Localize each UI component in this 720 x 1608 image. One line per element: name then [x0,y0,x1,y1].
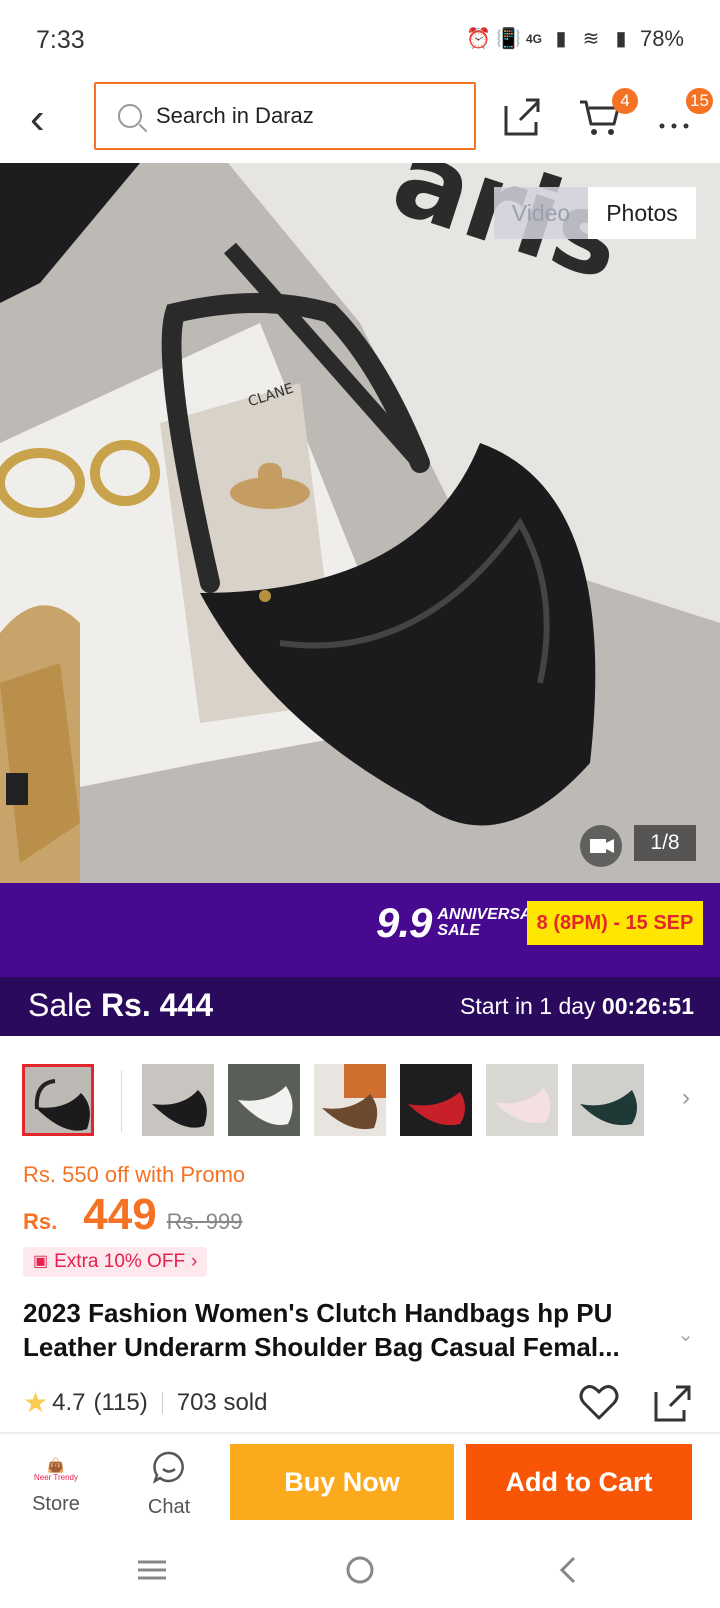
rating-row[interactable]: ★ 4.7 (115) 703 sold [23,1386,267,1419]
chevron-right-icon[interactable]: › [682,1084,690,1112]
search-icon [118,104,142,128]
countdown-unit: day [558,993,596,1019]
media-toggle: Video Photos [494,187,696,239]
store-logo: 👜 Neer Trendy [20,1457,92,1483]
sale-label: Sale [28,987,93,1023]
tab-video[interactable]: Video [494,187,588,239]
chevron-down-icon[interactable]: ⌄ [677,1322,694,1347]
chat-button[interactable]: Chat [136,1450,202,1519]
voucher-icon: ▣ [33,1253,49,1270]
thumbnail-divider [121,1070,122,1132]
rating-divider [161,1391,163,1414]
search-input[interactable]: Search in Daraz [94,82,476,150]
campaign-dates: 8 (8PM) - 15 SEP [527,901,703,945]
back-arrow-icon[interactable]: ‹ [30,96,70,146]
buy-now-button[interactable]: Buy Now [230,1444,454,1520]
product-title: 2023 Fashion Women's Clutch Handbags hp … [23,1298,620,1362]
star-icon: ★ [23,1387,49,1418]
sale-countdown: Start in 1 day 00:26:51 [460,993,694,1020]
countdown-prefix: Start in [459,993,533,1019]
price-currency: Rs. [23,1209,58,1234]
thumbnail-white[interactable] [228,1064,300,1136]
battery-percent: 78% [639,26,684,51]
thumbnail-green[interactable] [572,1064,644,1136]
original-price: Rs. 999 [166,1209,243,1234]
sold-count: 703 sold [176,1388,268,1416]
recents-icon[interactable] [130,1550,174,1590]
price-amount: 449 [83,1190,157,1239]
campaign-number: 9.9 [376,899,432,946]
extra-discount-label: Extra 10% OFF [54,1251,186,1272]
network-type: 4G [525,32,542,46]
sale-price-label: Sale Rs. 444 [28,987,213,1024]
store-button[interactable]: 👜 Neer Trendy Store [20,1457,92,1516]
tab-photos[interactable]: Photos [588,187,696,239]
bag-icon: 👜 [47,1457,65,1473]
store-logo-text: Neer Trendy [33,1473,79,1482]
review-count: (115) [93,1388,148,1416]
countdown-timer: 00:26:51 [601,993,694,1019]
signal-icon: ▮ [555,28,567,50]
share-icon[interactable] [498,92,546,140]
battery-icon: ▮ [615,28,627,50]
thumbnail-black[interactable] [142,1064,214,1136]
share-icon[interactable] [652,1382,694,1424]
vibrate-icon: 📳 [495,28,521,50]
thumbnail-red[interactable] [400,1064,472,1136]
store-label: Store [32,1493,80,1515]
chat-label: Chat [147,1496,191,1518]
status-time: 7:33 [36,26,85,54]
variant-thumbnails: › [0,1064,720,1140]
alarm-icon: ⏰ [465,28,491,50]
thumbnail-brown[interactable] [314,1064,386,1136]
wifi-icon: ≋ [582,28,600,50]
add-to-cart-button[interactable]: Add to Cart [466,1444,692,1520]
system-nav-bar [0,1532,720,1608]
video-play-icon[interactable] [580,825,622,867]
flash-sale-bar: Sale Rs. 444 Start in 1 day 00:26:51 [0,977,720,1036]
bottom-action-bar: 👜 Neer Trendy Store Chat Buy Now Add to … [0,1434,720,1532]
campaign-banner[interactable]: 9.9 ANNIVERSARY SALE 8 (8PM) - 15 SEP [0,883,720,977]
back-icon[interactable] [546,1550,590,1590]
chevron-right-icon: › [191,1251,198,1272]
promo-text: Rs. 550 off with Promo [23,1162,246,1187]
wishlist-heart-icon[interactable] [576,1378,622,1424]
more-count-badge: 15 [686,88,713,114]
home-icon[interactable] [338,1550,382,1590]
image-counter: 1/8 [634,825,696,861]
status-bar: 7:33 ⏰ 📳 4G ▮ ≋ ▮ 78% [0,0,720,80]
sale-price: Rs. 444 [100,987,214,1023]
price-row: Rs. 449 Rs. 999 [23,1190,243,1240]
rating-value: 4.7 [52,1388,86,1416]
product-image-gallery[interactable]: aris CLANE Video Photos 1/8 [0,163,720,883]
search-placeholder: Search in Daraz [156,103,314,128]
campaign-label-line2: SALE [437,922,481,939]
chat-icon [152,1451,184,1484]
countdown-days: 1 [539,993,553,1019]
thumbnail-selected[interactable] [22,1064,94,1136]
thumbnail-pink[interactable] [486,1064,558,1136]
cart-count-badge: 4 [612,88,638,114]
status-icons: ⏰ 📳 4G ▮ ≋ ▮ 78% [466,26,684,52]
extra-discount-badge[interactable]: ▣ Extra 10% OFF › [23,1247,208,1277]
product-photo: aris CLANE [0,163,720,883]
top-header: ‹ Search in Daraz 4 15 [0,80,720,162]
